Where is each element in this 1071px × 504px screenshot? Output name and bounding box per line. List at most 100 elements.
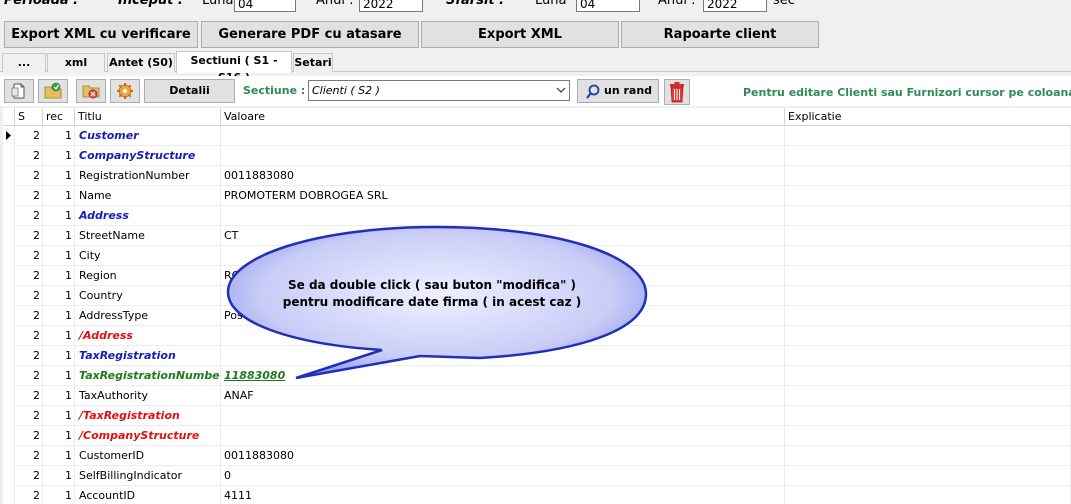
cell-rec[interactable]: 1 bbox=[43, 286, 75, 306]
cell-titlu[interactable]: /CompanyStructure bbox=[75, 426, 221, 446]
export-xml-verify-button[interactable]: Export XML cu verificare bbox=[4, 21, 198, 48]
cell-s[interactable]: 2 bbox=[15, 246, 43, 266]
cell-valoare[interactable]: 4111 bbox=[221, 486, 785, 504]
row-indicator[interactable] bbox=[3, 346, 15, 366]
header-titlu[interactable]: Titlu bbox=[75, 108, 221, 126]
start-year-input[interactable]: 2022 bbox=[359, 0, 423, 12]
cell-s[interactable]: 2 bbox=[15, 306, 43, 326]
cell-titlu[interactable]: CustomerID bbox=[75, 446, 221, 466]
cell-rec[interactable]: 1 bbox=[43, 486, 75, 504]
cell-rec[interactable]: 1 bbox=[43, 426, 75, 446]
cell-titlu[interactable]: StreetName bbox=[75, 226, 221, 246]
cell-rec[interactable]: 1 bbox=[43, 366, 75, 386]
cell-rec[interactable]: 1 bbox=[43, 126, 75, 146]
end-year-input[interactable]: 2022 bbox=[703, 0, 767, 12]
row-indicator[interactable] bbox=[3, 426, 15, 446]
cell-titlu[interactable]: CompanyStructure bbox=[75, 146, 221, 166]
cell-rec[interactable]: 1 bbox=[43, 406, 75, 426]
cell-rec[interactable]: 1 bbox=[43, 226, 75, 246]
table-row[interactable]: 2 1 TaxRegistration bbox=[3, 346, 1071, 366]
cell-rec[interactable]: 1 bbox=[43, 306, 75, 326]
cell-titlu[interactable]: RegistrationNumber bbox=[75, 166, 221, 186]
cell-explicatie[interactable] bbox=[785, 426, 1071, 446]
cell-valoare[interactable]: 0011883080 bbox=[221, 166, 785, 186]
cell-titlu[interactable]: TaxRegistration bbox=[75, 346, 221, 366]
cell-valoare[interactable] bbox=[221, 246, 785, 266]
row-indicator[interactable] bbox=[3, 366, 15, 386]
tab-xml[interactable]: xml bbox=[47, 53, 105, 72]
cell-titlu[interactable]: TaxAuthority bbox=[75, 386, 221, 406]
cell-titlu[interactable]: Name bbox=[75, 186, 221, 206]
row-indicator[interactable] bbox=[3, 286, 15, 306]
row-indicator[interactable] bbox=[3, 386, 15, 406]
table-row[interactable]: 2 1/CompanyStructure bbox=[3, 426, 1071, 446]
table-row[interactable]: 2 1 Customer bbox=[3, 126, 1071, 146]
cell-explicatie[interactable] bbox=[785, 146, 1071, 166]
cell-valoare[interactable]: 0 bbox=[221, 466, 785, 486]
table-row[interactable]: 2 1 CustomerID 0011883080 bbox=[3, 446, 1071, 466]
delete-row-button[interactable] bbox=[664, 79, 690, 105]
row-pointer-icon[interactable] bbox=[3, 126, 15, 146]
cell-titlu[interactable]: Region bbox=[75, 266, 221, 286]
section-select[interactable]: Clienti ( S2 ) bbox=[308, 80, 570, 101]
row-indicator[interactable] bbox=[3, 146, 15, 166]
cell-s[interactable]: 2 bbox=[15, 146, 43, 166]
cell-s[interactable]: 2 bbox=[15, 126, 43, 146]
cell-s[interactable]: 2 bbox=[15, 366, 43, 386]
cell-valoare[interactable]: PROMOTERM DOBROGEA SRL bbox=[221, 186, 785, 206]
cell-valoare[interactable] bbox=[221, 426, 785, 446]
table-row[interactable]: 2 1 TaxRegistrationNumber 11883080 bbox=[3, 366, 1071, 386]
cell-valoare[interactable] bbox=[221, 326, 785, 346]
cell-rec[interactable]: 1 bbox=[43, 206, 75, 226]
cell-titlu[interactable]: TaxRegistrationNumber bbox=[75, 366, 221, 386]
cell-explicatie[interactable] bbox=[785, 226, 1071, 246]
cell-explicatie[interactable] bbox=[785, 346, 1071, 366]
table-row[interactable]: 2 1 SelfBillingIndicator 0 bbox=[3, 466, 1071, 486]
row-indicator[interactable] bbox=[3, 446, 15, 466]
cell-rec[interactable]: 1 bbox=[43, 186, 75, 206]
table-row[interactable]: 2 1/TaxRegistration bbox=[3, 406, 1071, 426]
cell-explicatie[interactable] bbox=[785, 446, 1071, 466]
cell-explicatie[interactable] bbox=[785, 286, 1071, 306]
cell-s[interactable]: 2 bbox=[15, 326, 43, 346]
cell-s[interactable]: 2 bbox=[15, 446, 43, 466]
cell-rec[interactable]: 1 bbox=[43, 166, 75, 186]
cell-s[interactable]: 2 bbox=[15, 186, 43, 206]
cell-explicatie[interactable] bbox=[785, 206, 1071, 226]
cell-valoare[interactable] bbox=[221, 126, 785, 146]
cell-s[interactable]: 2 bbox=[15, 426, 43, 446]
cell-titlu[interactable]: AccountID bbox=[75, 486, 221, 504]
cell-rec[interactable]: 1 bbox=[43, 266, 75, 286]
one-row-button[interactable]: un rand bbox=[577, 79, 659, 103]
generate-pdf-button[interactable]: Generare PDF cu atasare XML bbox=[201, 21, 419, 67]
cell-explicatie[interactable] bbox=[785, 186, 1071, 206]
cell-rec[interactable]: 1 bbox=[43, 246, 75, 266]
cell-rec[interactable]: 1 bbox=[43, 346, 75, 366]
tab-sectiuni[interactable]: Sectiuni ( S1 - S16 ) bbox=[176, 51, 292, 84]
cell-explicatie[interactable] bbox=[785, 366, 1071, 386]
table-row[interactable]: 2 1 StreetName CT bbox=[3, 226, 1071, 246]
cell-explicatie[interactable] bbox=[785, 406, 1071, 426]
cell-valoare[interactable] bbox=[221, 406, 785, 426]
cell-explicatie[interactable] bbox=[785, 486, 1071, 504]
cell-rec[interactable]: 1 bbox=[43, 446, 75, 466]
header-rec[interactable]: rec bbox=[43, 108, 75, 126]
export-xml-button[interactable]: Export XML bbox=[421, 21, 619, 48]
table-row[interactable]: 2 1 CompanyStructure bbox=[3, 146, 1071, 166]
cell-valoare[interactable]: 11883080 bbox=[221, 366, 785, 386]
cell-s[interactable]: 2 bbox=[15, 346, 43, 366]
cell-explicatie[interactable] bbox=[785, 246, 1071, 266]
cell-valoare[interactable] bbox=[221, 146, 785, 166]
cell-titlu[interactable]: SelfBillingIndicator bbox=[75, 466, 221, 486]
tab-antet[interactable]: Antet (S0) bbox=[107, 53, 175, 72]
delete-folder-button[interactable] bbox=[76, 79, 106, 103]
tab-setari[interactable]: Setari bbox=[293, 53, 333, 72]
cell-explicatie[interactable] bbox=[785, 266, 1071, 286]
table-row[interactable]: 2 1 AccountID 4111 bbox=[3, 486, 1071, 504]
tab-more[interactable]: ... bbox=[2, 53, 46, 72]
cell-rec[interactable]: 1 bbox=[43, 466, 75, 486]
cell-s[interactable]: 2 bbox=[15, 226, 43, 246]
table-row[interactable]: 2 1 City bbox=[3, 246, 1071, 266]
cell-titlu[interactable]: Address bbox=[75, 206, 221, 226]
table-row[interactable]: 2 1 Name PROMOTERM DOBROGEA SRL bbox=[3, 186, 1071, 206]
